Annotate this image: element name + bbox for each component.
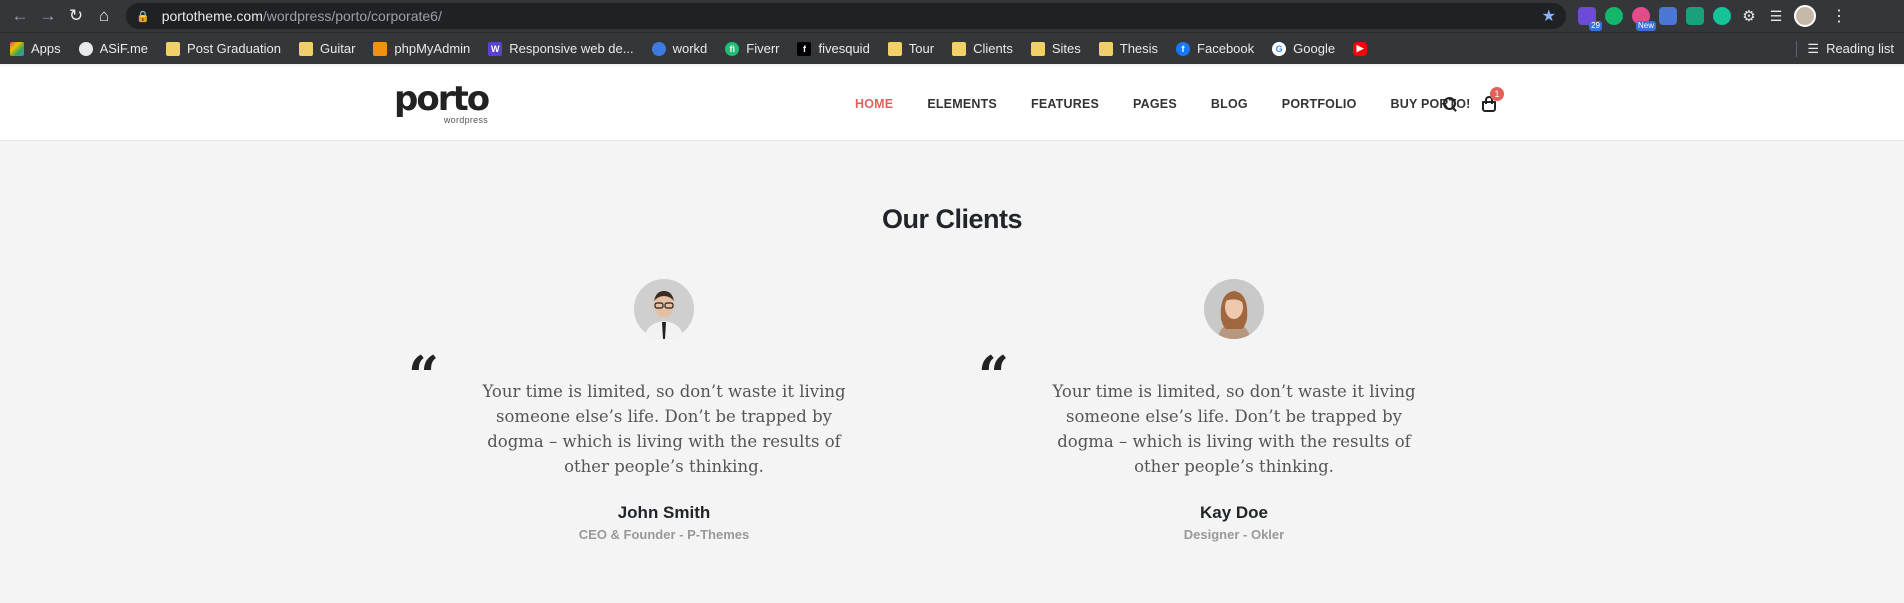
- url-host: portotheme.com: [161, 8, 263, 24]
- lock-icon: 🔒: [136, 10, 150, 23]
- bookmark-youtube[interactable]: ▶: [1353, 41, 1374, 56]
- quote-icon: “: [978, 344, 1010, 408]
- fiverr-icon: fi: [725, 41, 740, 56]
- bookmarks-bar: Apps ASiF.me Post Graduation Guitar phpM…: [0, 32, 1904, 64]
- testimonial-role: CEO & Founder - P-Themes: [578, 527, 750, 542]
- bookmark-clients[interactable]: Clients: [952, 41, 1013, 56]
- puzzle-extensions-icon[interactable]: ⚙: [1740, 7, 1758, 25]
- folder-icon: [1098, 41, 1113, 56]
- w-icon: W: [488, 41, 503, 56]
- google-icon: G: [1272, 41, 1287, 56]
- youtube-icon: ▶: [1353, 41, 1368, 56]
- reload-icon[interactable]: ↻: [62, 2, 90, 30]
- home-icon[interactable]: ⌂: [90, 2, 118, 30]
- bookmark-post-graduation[interactable]: Post Graduation: [166, 41, 281, 56]
- testimonial-role: Designer - Okler: [1183, 527, 1285, 542]
- bookmark-workd[interactable]: workd: [651, 41, 707, 56]
- bookmark-tour[interactable]: Tour: [887, 41, 934, 56]
- bookmark-fivesquid[interactable]: f fivesquid: [797, 41, 870, 56]
- bookmark-asif[interactable]: ASiF.me: [78, 41, 148, 56]
- f-icon: f: [797, 41, 812, 56]
- folder-icon: [166, 41, 181, 56]
- avatar: [634, 279, 694, 339]
- menu-dots-icon[interactable]: ⋮: [1831, 6, 1847, 26]
- testimonial-quote: Your time is limited, so don’t waste it …: [1052, 382, 1416, 476]
- testimonial-name: John Smith: [617, 503, 711, 522]
- bookmark-fiverr[interactable]: fi Fiverr: [725, 41, 779, 56]
- menu-item-home[interactable]: HOME: [855, 97, 893, 111]
- url-path: /wordpress/porto/corporate6/: [262, 8, 442, 24]
- menu-item-elements[interactable]: ELEMENTS: [927, 97, 997, 111]
- menu-item-pages[interactable]: PAGES: [1133, 97, 1177, 111]
- folder-icon: [952, 41, 967, 56]
- folder-icon: [887, 41, 902, 56]
- bookmark-thesis[interactable]: Thesis: [1098, 41, 1158, 56]
- facebook-icon: f: [1176, 41, 1191, 56]
- grammarly-icon[interactable]: [1713, 7, 1731, 25]
- phpmyadmin-icon: [373, 41, 388, 56]
- testimonial-quote: Your time is limited, so don’t waste it …: [482, 382, 846, 476]
- quote-icon: “: [408, 344, 440, 408]
- extension-icon[interactable]: 29: [1578, 7, 1602, 31]
- testimonial-card: “ Your time is limited, so don’t waste i…: [978, 279, 1469, 542]
- cart-count-badge: 1: [1490, 86, 1504, 101]
- main-menu: HOME ELEMENTS FEATURES PAGES BLOG PORTFO…: [855, 66, 1505, 141]
- browser-toolbar: ← → ↻ ⌂ 🔒 portotheme.com/wordpress/porto…: [0, 0, 1904, 32]
- extension-icon[interactable]: [1605, 7, 1623, 25]
- bookmark-star-icon[interactable]: ★: [1542, 6, 1556, 26]
- bookmark-apps[interactable]: Apps: [10, 41, 61, 56]
- bookmark-sites[interactable]: Sites: [1030, 41, 1081, 56]
- globe-icon: [78, 41, 93, 56]
- menu-item-features[interactable]: FEATURES: [1031, 97, 1099, 111]
- testimonial-card: “ Your time is limited, so don’t waste i…: [408, 279, 899, 542]
- folder-icon: [299, 41, 313, 56]
- menu-item-portfolio[interactable]: PORTFOLIO: [1282, 97, 1357, 111]
- avatar: [1204, 279, 1264, 339]
- bookmark-responsive[interactable]: W Responsive web de...: [488, 41, 634, 56]
- folder-icon: [1030, 41, 1045, 56]
- menu-item-blog[interactable]: BLOG: [1211, 97, 1248, 111]
- extension-icon[interactable]: New: [1632, 7, 1656, 31]
- reading-list-button[interactable]: ☰ Reading list: [1796, 40, 1894, 57]
- bookmark-google[interactable]: G Google: [1272, 41, 1335, 56]
- search-icon[interactable]: [1443, 96, 1457, 111]
- bookmark-guitar[interactable]: Guitar: [299, 41, 355, 56]
- site-header: porto wordpress HOME ELEMENTS FEATURES P…: [0, 66, 1904, 141]
- media-playlist-icon[interactable]: ☰: [1767, 7, 1785, 25]
- extension-icon[interactable]: [1659, 7, 1677, 25]
- testimonial-name: Kay Doe: [1199, 503, 1269, 522]
- extension-icon[interactable]: [1686, 7, 1704, 25]
- apps-grid-icon: [10, 41, 24, 56]
- reading-list-icon: ☰: [1807, 40, 1820, 56]
- profile-avatar[interactable]: [1794, 5, 1816, 27]
- bookmark-facebook[interactable]: f Facebook: [1176, 41, 1254, 56]
- back-arrow-icon[interactable]: ←: [6, 2, 34, 30]
- site-logo[interactable]: porto wordpress: [394, 82, 490, 125]
- forward-arrow-icon[interactable]: →: [34, 2, 62, 30]
- address-bar[interactable]: 🔒 portotheme.com/wordpress/porto/corpora…: [126, 3, 1566, 29]
- cart-icon[interactable]: 1: [1481, 86, 1504, 112]
- workd-icon: [651, 41, 666, 56]
- section-title: Our Clients: [881, 204, 1023, 234]
- bookmark-phpmyadmin[interactable]: phpMyAdmin: [373, 41, 470, 56]
